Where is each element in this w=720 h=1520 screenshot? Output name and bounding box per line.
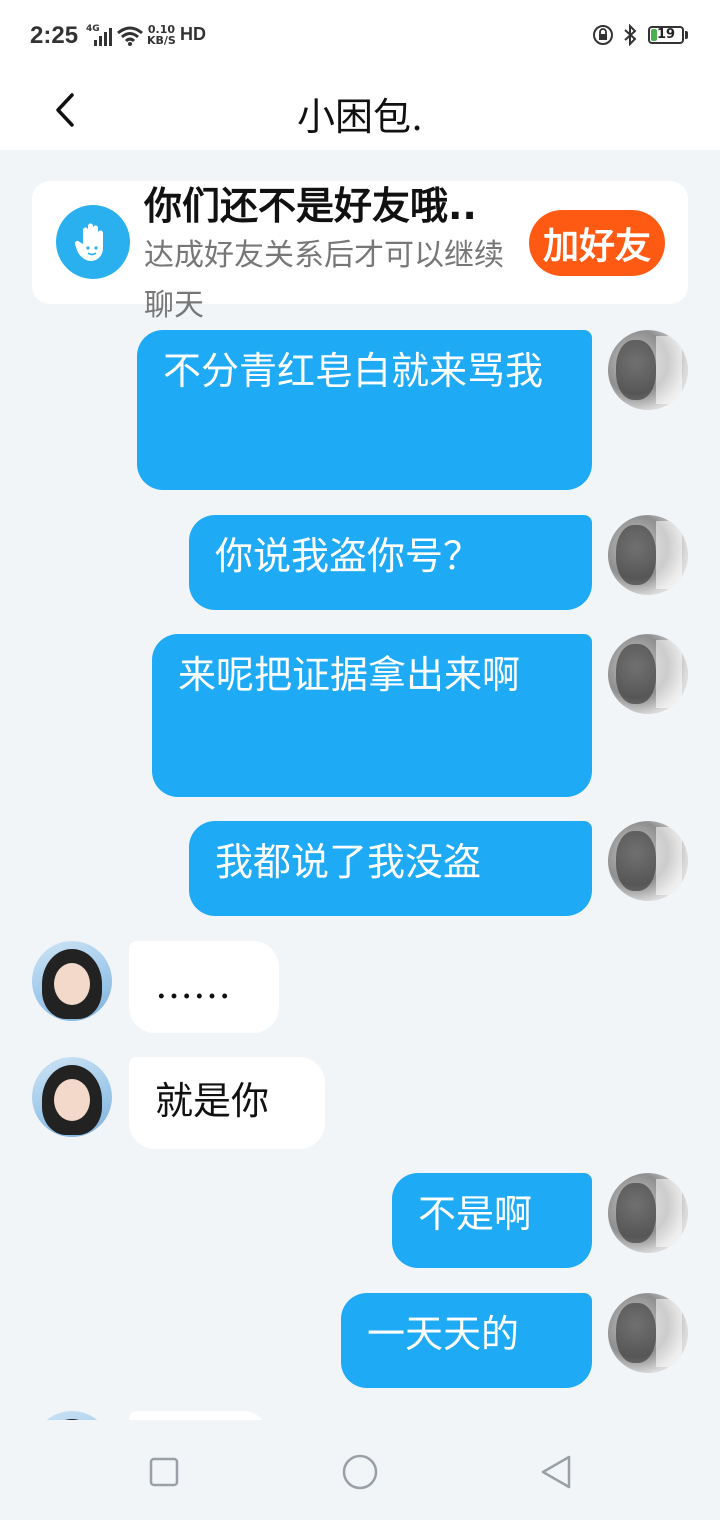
message-text: 一天天的 [367, 1312, 520, 1356]
my-avatar[interactable] [608, 1293, 688, 1373]
my-avatar[interactable] [608, 1173, 688, 1253]
wifi-icon [117, 26, 143, 46]
message-text: 不是啊 [418, 1192, 533, 1236]
hand-wave-icon [56, 205, 130, 279]
contact-name: 小困包. [296, 95, 424, 139]
message-bubble-in[interactable] [129, 1411, 269, 1420]
my-avatar[interactable] [608, 515, 688, 595]
speed-unit: KB/S [147, 34, 176, 47]
message-text: 就是你 [155, 1079, 270, 1123]
message-text: 你说我盗你号？ [215, 534, 482, 578]
my-avatar[interactable] [608, 821, 688, 901]
bluetooth-icon [624, 24, 637, 46]
signal-icon [94, 28, 112, 46]
message-text: 来呢把证据拿出来啊 [178, 653, 521, 697]
battery-icon: 19 [648, 26, 684, 44]
rotation-lock-icon [593, 25, 613, 45]
chat-header: 小困包. [0, 70, 720, 150]
message-bubble-in[interactable]: …… [129, 941, 279, 1033]
contact-avatar[interactable] [32, 941, 112, 1021]
message-bubble-out[interactable]: 不分青红皂白就来骂我 [137, 330, 592, 490]
message-list[interactable]: 不分青红皂白就来骂我 你说我盗你号？ 来呢把证据拿出来啊 我都说了我没盗 …… … [0, 305, 720, 1420]
message-bubble-out[interactable]: 来呢把证据拿出来啊 [152, 634, 592, 797]
contact-avatar[interactable] [32, 1411, 112, 1420]
back-nav-button[interactable] [536, 1452, 576, 1492]
message-bubble-out[interactable]: 一天天的 [341, 1293, 592, 1388]
home-button[interactable] [340, 1452, 380, 1492]
message-text: 我都说了我没盗 [215, 840, 482, 884]
message-bubble-out[interactable]: 我都说了我没盗 [189, 821, 592, 916]
square-icon [149, 1457, 179, 1487]
status-time: 2:25 [30, 22, 79, 49]
message-text: …… [155, 963, 231, 1007]
my-avatar[interactable] [608, 330, 688, 410]
message-bubble-out[interactable]: 你说我盗你号？ [189, 515, 592, 610]
battery-level: 19 [656, 27, 676, 42]
status-bar: 2:25 4G 0.10 KB/S HD 19 [0, 0, 720, 70]
triangle-back-icon [541, 1455, 571, 1489]
message-text: 不分青红皂白就来骂我 [163, 349, 544, 393]
circle-icon [342, 1454, 378, 1490]
banner-title: 你们还不是好友哦.. [144, 184, 477, 228]
contact-avatar[interactable] [32, 1057, 112, 1137]
system-nav-bar [0, 1420, 720, 1520]
not-friends-banner: 你们还不是好友哦.. 达成好友关系后才可以继续聊天 加好友 [32, 181, 688, 323]
network-speed: 0.10 KB/S [147, 24, 176, 46]
hd-indicator: HD [180, 24, 206, 44]
add-friend-button[interactable]: 加好友 [529, 210, 665, 276]
message-bubble-in[interactable]: 就是你 [129, 1057, 325, 1149]
message-bubble-out[interactable]: 不是啊 [392, 1173, 592, 1268]
my-avatar[interactable] [608, 634, 688, 714]
recent-apps-button[interactable] [144, 1452, 184, 1492]
